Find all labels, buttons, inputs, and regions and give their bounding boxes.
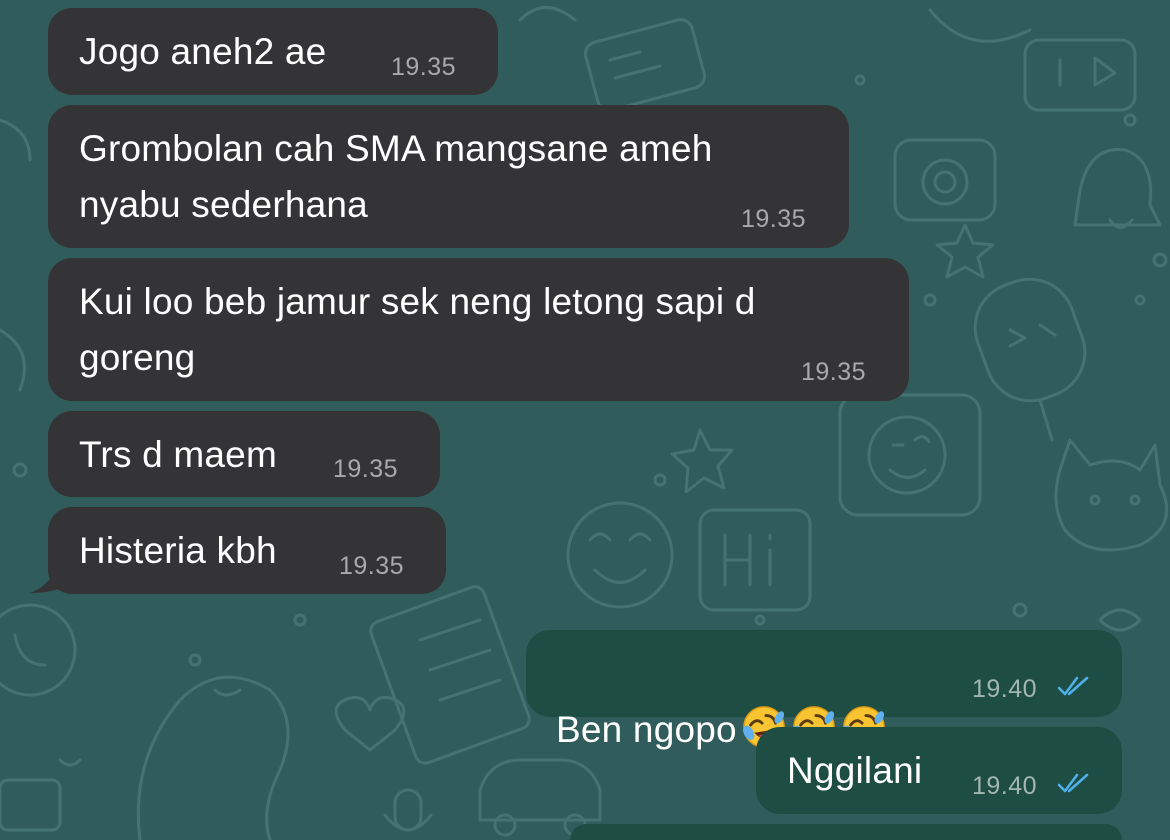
message-text-content: Ben ngopo	[556, 709, 737, 750]
message-time: 19.40	[972, 675, 1038, 703]
message-time: 19.35	[741, 205, 807, 233]
incoming-message[interactable]: Kui loo beb jamur sek neng letong sapi d…	[48, 258, 909, 401]
outgoing-message[interactable]: Ben ngopo 19.40	[526, 630, 1122, 750]
message-time: 19.40	[972, 772, 1038, 800]
message-time: 19.35	[801, 358, 867, 386]
read-double-check-icon	[1057, 773, 1089, 793]
message-text: Jogo aneh2 ae	[79, 31, 327, 72]
message-text: Grombolan cah SMA mangsane ameh nyabu se…	[79, 128, 713, 225]
incoming-message[interactable]: Grombolan cah SMA mangsane ameh nyabu se…	[48, 105, 849, 248]
message-text: Trs d maem	[79, 434, 277, 475]
read-double-check-icon	[1057, 676, 1089, 696]
incoming-message[interactable]: Jogo aneh2 ae 19.35	[48, 8, 498, 95]
message-text: Nggilani	[787, 750, 923, 791]
outgoing-message[interactable]: Nggilani 19.40	[756, 727, 1122, 814]
message-text: Histeria kbh	[79, 530, 277, 571]
message-time: 19.35	[339, 552, 405, 580]
incoming-message[interactable]: Histeria kbh 19.35	[48, 507, 446, 594]
incoming-message[interactable]: Trs d maem 19.35	[48, 411, 440, 497]
message-text: Kui loo beb jamur sek neng letong sapi d…	[79, 281, 756, 378]
message-time: 19.35	[391, 53, 457, 81]
message-time: 19.35	[333, 455, 399, 483]
outgoing-message-partial[interactable]	[570, 824, 1122, 840]
